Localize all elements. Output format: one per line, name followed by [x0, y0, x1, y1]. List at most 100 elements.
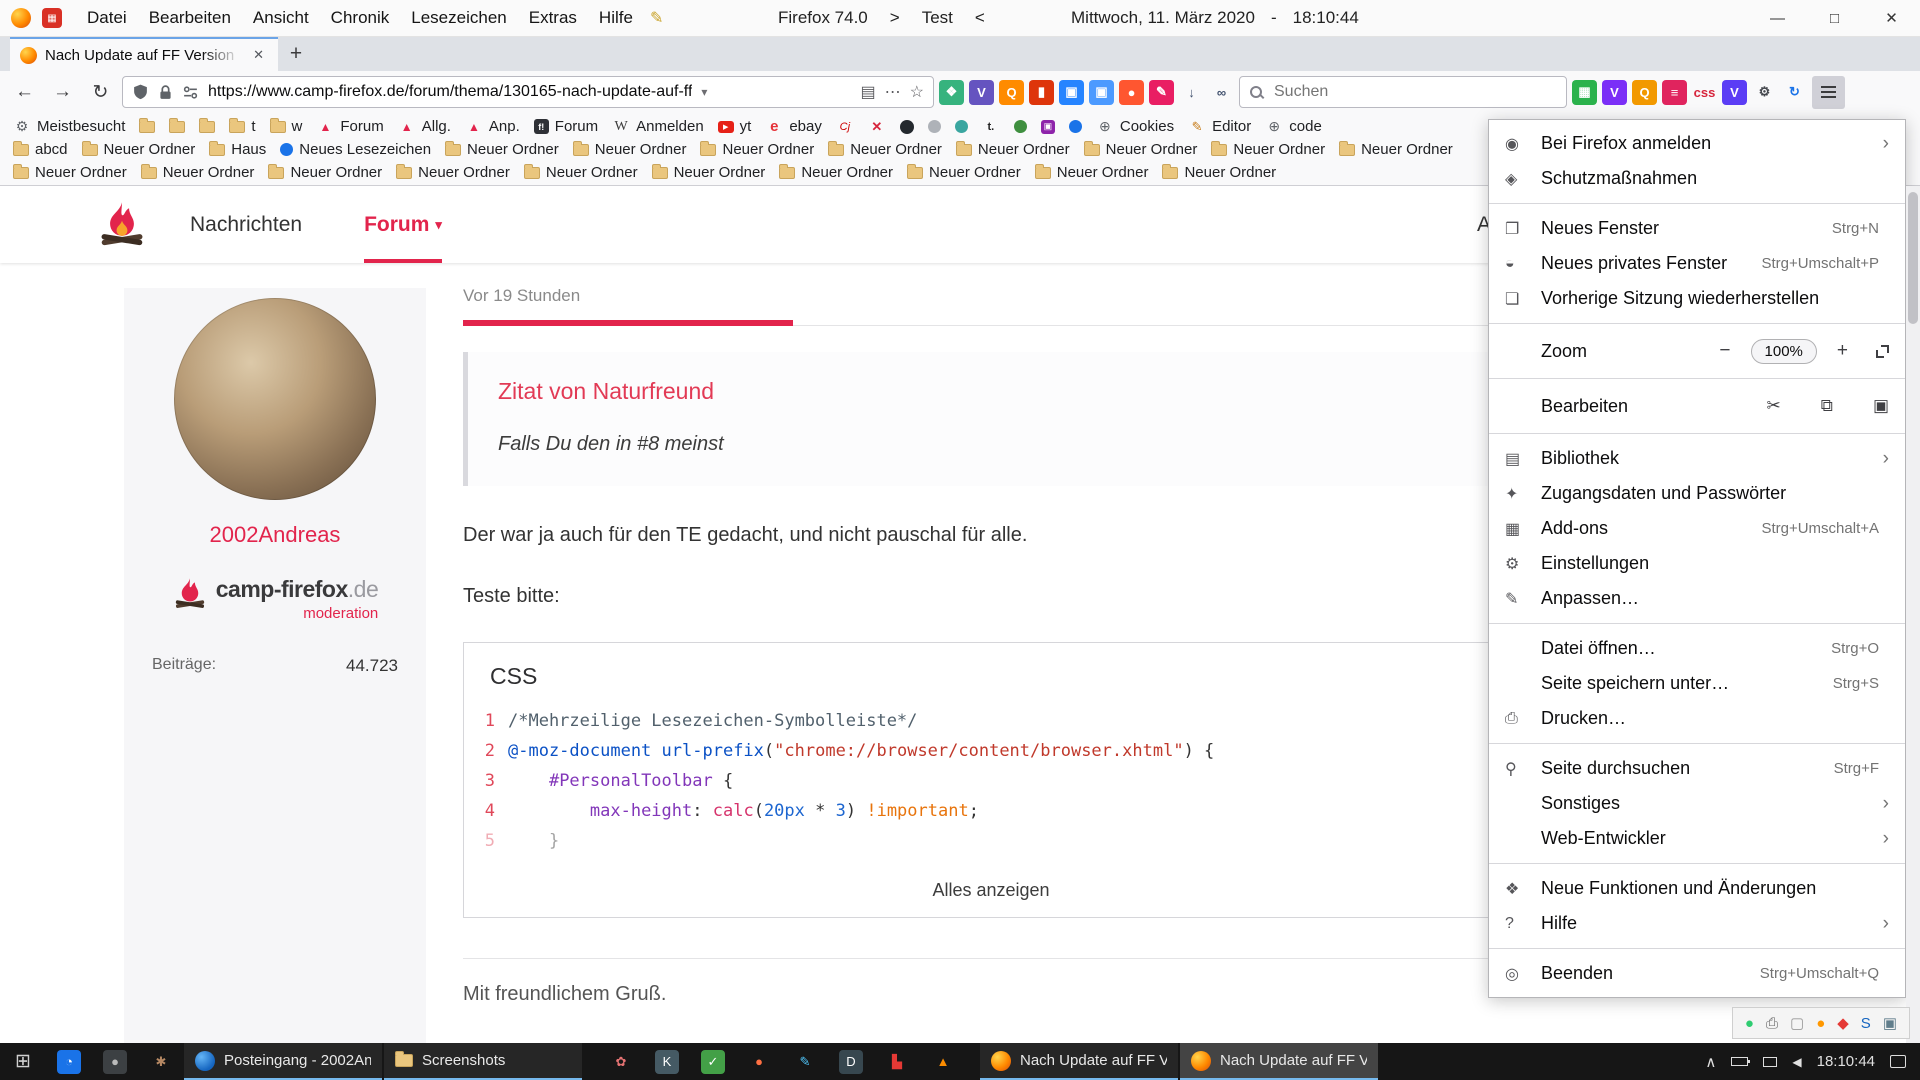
menubar-item[interactable]: Bearbeiten — [138, 3, 242, 33]
menu-item[interactable]: ✎Anpassen… — [1489, 581, 1905, 616]
reader-mode-icon[interactable]: ▤ — [861, 82, 876, 102]
page-actions-icon[interactable]: ⋯ — [885, 82, 901, 102]
bookmark-item[interactable] — [1007, 116, 1034, 137]
menu-hamburger-button[interactable] — [1812, 76, 1845, 109]
bookmark-item[interactable] — [861, 116, 893, 137]
tray-overflow-icon[interactable]: ◆ — [1837, 1014, 1849, 1032]
tray-overflow-icon[interactable]: ▢ — [1790, 1014, 1804, 1032]
bookmark-item[interactable] — [921, 116, 948, 137]
menu-item[interactable]: ⚙Einstellungen — [1489, 546, 1905, 581]
bookmark-item[interactable]: code — [1258, 116, 1329, 137]
paste-icon[interactable]: ▣ — [1873, 396, 1889, 416]
bookmark-item[interactable]: Neuer Ordner — [772, 162, 900, 183]
volume-icon[interactable]: ◀ — [1792, 1055, 1801, 1069]
menu-item[interactable]: Sonstiges› — [1489, 786, 1905, 821]
menubar-item[interactable]: Ansicht — [242, 3, 320, 33]
bookmark-item[interactable]: Neuer Ordner — [1077, 139, 1205, 160]
post-timestamp[interactable]: Vor 19 Stunden — [463, 286, 1519, 306]
menu-item[interactable]: ✦Zugangsdaten und Passwörter — [1489, 476, 1905, 511]
tab-close-icon[interactable]: ✕ — [249, 45, 268, 65]
taskbar-app-icon[interactable]: ✎ — [782, 1043, 828, 1080]
new-tab-button[interactable]: + — [278, 37, 314, 71]
taskbar-app-icon[interactable]: ▙ — [874, 1043, 920, 1080]
bookmark-item[interactable] — [1062, 116, 1089, 137]
cut-icon[interactable]: ✂ — [1767, 396, 1781, 416]
taskbar-app-icon[interactable]: ✿ — [598, 1043, 644, 1080]
menu-item[interactable]: ❐Neues FensterStrg+N — [1489, 211, 1905, 246]
menu-item[interactable]: ⚲Seite durchsuchenStrg+F — [1489, 751, 1905, 786]
bookmark-item[interactable]: Neuer Ordner — [1332, 139, 1460, 160]
extension-icon[interactable]: ▣ — [1089, 80, 1114, 105]
zoom-reset-button[interactable]: 100% — [1751, 339, 1817, 364]
bookmark-item[interactable]: Neuer Ordner — [949, 139, 1077, 160]
bookmark-item[interactable]: Forum — [527, 116, 605, 137]
taskbar-app-icon[interactable]: D — [828, 1043, 874, 1080]
extension-icon[interactable]: ≡ — [1662, 80, 1687, 105]
bookmark-item[interactable]: Haus — [202, 139, 273, 160]
taskbar-app-icon[interactable]: ● — [736, 1043, 782, 1080]
bookmark-item[interactable]: Neuer Ordner — [693, 139, 821, 160]
back-button[interactable]: ← — [8, 76, 41, 109]
tray-overflow-icon[interactable]: ⎙ — [1766, 1015, 1778, 1032]
search-bar[interactable] — [1239, 76, 1567, 108]
bookmark-item[interactable]: Neuer Ordner — [566, 139, 694, 160]
notification-center-icon[interactable] — [1890, 1055, 1906, 1068]
forward-button[interactable]: → — [46, 76, 79, 109]
extension-icon[interactable]: css — [1692, 80, 1717, 105]
bookmark-item[interactable]: Neuer Ordner — [900, 162, 1028, 183]
bookmark-item[interactable] — [975, 116, 1007, 137]
taskbar-app-icon[interactable]: ▲ — [920, 1043, 966, 1080]
taskbar-task-firefox[interactable]: Nach Update auf FF V... — [1180, 1043, 1378, 1080]
tray-overflow-icon[interactable]: S — [1861, 1015, 1871, 1032]
bookmark-item[interactable]: Meistbesucht — [6, 116, 132, 137]
menu-item[interactable]: ?Hilfe› — [1489, 906, 1905, 941]
bookmark-item[interactable] — [192, 116, 222, 137]
taskbar-app-icon[interactable]: ● — [92, 1043, 138, 1080]
extension-icon[interactable]: ↻ — [1782, 80, 1807, 105]
bookmark-item[interactable] — [893, 116, 921, 137]
extension-icon[interactable]: ⚙ — [1752, 80, 1777, 105]
bookmark-item[interactable]: ebay — [758, 116, 829, 137]
bookmark-item[interactable] — [162, 116, 192, 137]
bookmark-item[interactable]: Neuer Ordner — [645, 162, 773, 183]
menu-item[interactable]: ▦Add-onsStrg+Umschalt+A — [1489, 511, 1905, 546]
lock-icon[interactable] — [158, 84, 173, 101]
menubar-item[interactable]: Chronik — [320, 3, 401, 33]
nav-item-nachrichten[interactable]: Nachrichten — [190, 186, 302, 263]
browser-tab-active[interactable]: Nach Update auf FF Version ✕ — [10, 37, 278, 71]
taskbar-app-icon[interactable]: ✱ — [138, 1043, 184, 1080]
menu-item[interactable]: ◈Schutzmaßnahmen — [1489, 161, 1905, 196]
nav-item-forum[interactable]: Forum ▾ — [364, 186, 442, 263]
menu-item[interactable]: ❏Vorherige Sitzung wiederherstellen — [1489, 281, 1905, 316]
extension-icon[interactable]: Q — [999, 80, 1024, 105]
bookmark-item[interactable]: Editor — [1181, 116, 1258, 137]
bookmark-item[interactable]: Neuer Ordner — [6, 162, 134, 183]
menu-item[interactable]: ▤Bibliothek› — [1489, 441, 1905, 476]
bookmark-item[interactable]: Allg. — [391, 116, 458, 137]
minimize-button[interactable]: — — [1749, 0, 1806, 36]
menu-item[interactable]: ◉Bei Firefox anmelden› — [1489, 126, 1905, 161]
bookmark-item[interactable]: Neuer Ordner — [1155, 162, 1283, 183]
permissions-icon[interactable] — [182, 84, 199, 101]
battery-icon[interactable] — [1731, 1057, 1748, 1066]
bookmark-item[interactable]: yt — [711, 116, 759, 137]
tracking-shield-icon[interactable] — [132, 83, 149, 101]
menubar-item[interactable]: Hilfe — [588, 3, 644, 33]
taskbar-app-icon[interactable]: ✓ — [690, 1043, 736, 1080]
menu-item[interactable]: Datei öffnen…Strg+O — [1489, 631, 1905, 666]
bookmark-item[interactable]: Neuer Ordner — [1204, 139, 1332, 160]
taskbar-task-firefox[interactable]: Nach Update auf FF V... — [980, 1043, 1178, 1080]
menu-item[interactable]: ⎙Drucken… — [1489, 701, 1905, 736]
extension-icon[interactable]: ● — [1119, 80, 1144, 105]
extension-icon[interactable]: ↓ — [1179, 80, 1204, 105]
extension-icon[interactable]: V — [969, 80, 994, 105]
username-link[interactable]: 2002Andreas — [210, 522, 341, 548]
menubar-item[interactable]: Lesezeichen — [400, 3, 517, 33]
bookmark-item[interactable] — [829, 116, 861, 137]
menu-item[interactable]: Seite speichern unter…Strg+S — [1489, 666, 1905, 701]
bookmark-item[interactable]: Neuer Ordner — [1028, 162, 1156, 183]
bookmark-item[interactable]: Neuer Ordner — [438, 139, 566, 160]
bookmark-item[interactable]: Anmelden — [605, 116, 711, 137]
network-icon[interactable] — [1763, 1057, 1777, 1067]
bookmark-item[interactable]: w — [263, 116, 310, 137]
